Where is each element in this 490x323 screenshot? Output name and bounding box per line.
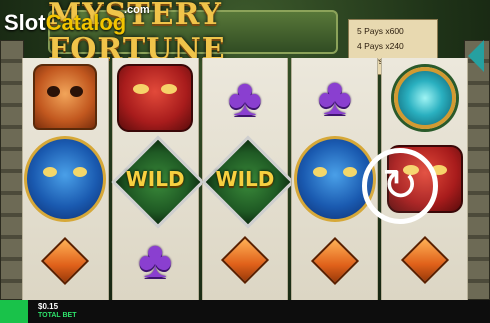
watermark-suffix: .com: [124, 4, 150, 16]
paytable-line-5: 5 Pays x600: [357, 26, 404, 36]
reel-2: WILD ♣: [111, 58, 199, 300]
reel-cell: [23, 58, 108, 136]
watermark-logo: Slot Catalog .com: [4, 4, 150, 36]
side-nav-triangle-icon[interactable]: [468, 40, 484, 72]
reel-cell: [292, 222, 377, 300]
reel-3: ♣ WILD: [201, 58, 289, 300]
purple-club-icon: ♣: [317, 68, 352, 126]
reel-cell: ♣: [203, 58, 288, 139]
reel-cell: WILD: [203, 139, 288, 220]
watermark-part1: Slot: [4, 10, 46, 35]
teal-gem-icon: [393, 67, 456, 130]
left-stone-pillar: [0, 40, 24, 300]
orange-diamond-icon: [220, 235, 270, 284]
wild-label: WILD: [215, 167, 275, 191]
orange-diamond-icon: [310, 236, 359, 286]
reel-cell: [382, 219, 467, 300]
wild-icon: WILD: [115, 139, 195, 219]
purple-club-icon: ♣: [138, 230, 173, 289]
purple-club-icon: ♣: [227, 69, 263, 128]
reel-cell: [23, 136, 108, 222]
orange-diamond-icon: [400, 235, 449, 284]
bet-accent-bar: [0, 300, 28, 323]
wild-label: WILD: [125, 167, 185, 191]
bottom-bar: $0.15 TOTAL BET: [0, 300, 490, 323]
paytable-line-4: 4 Pays x240: [357, 41, 404, 51]
blue-mask-icon: [24, 136, 107, 222]
orange-diamond-icon: [41, 236, 90, 286]
total-bet-amount: $0.15: [38, 302, 59, 311]
replay-button[interactable]: ↻: [362, 148, 438, 224]
reel-cell: [203, 219, 288, 300]
total-bet-label: TOTAL BET: [38, 312, 77, 319]
reel-cell: WILD: [113, 139, 198, 220]
reel-cell: ♣: [292, 58, 377, 136]
reel-cell: ♣: [113, 219, 198, 300]
reel-cell: [382, 58, 467, 139]
watermark-part2: Catalog: [45, 10, 127, 35]
wild-icon: WILD: [205, 139, 285, 219]
orange-mask-icon: [33, 64, 98, 130]
replay-icon: ↻: [381, 160, 419, 211]
red-mask-icon: [117, 64, 194, 133]
reel-cell: [113, 58, 198, 139]
game-scene: MYSTERY FORTUNE Slot Catalog .com 5 Pays…: [0, 0, 490, 323]
reel-1: [22, 58, 109, 300]
reel-cell: [23, 222, 108, 300]
